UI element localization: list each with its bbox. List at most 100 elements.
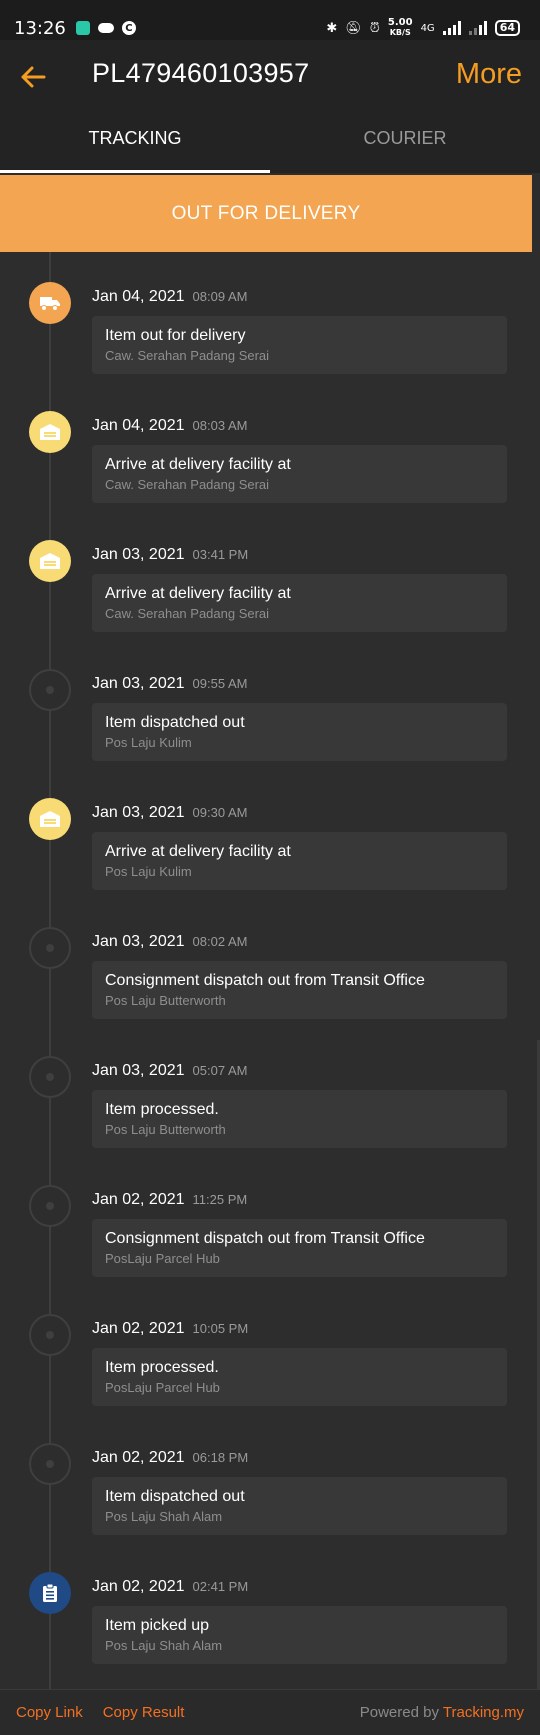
event-card: Item processed. PosLaju Parcel Hub (92, 1348, 507, 1406)
event-time: 08:02 AM (192, 934, 248, 949)
event-time: 03:41 PM (192, 547, 249, 562)
back-button[interactable] (16, 60, 50, 94)
event-title: Item dispatched out (105, 714, 245, 731)
copy-link-button[interactable]: Copy Link (16, 1704, 83, 1721)
dot-icon (29, 1314, 71, 1356)
event-card: Item dispatched out Pos Laju Shah Alam (92, 1477, 507, 1535)
dot-icon (29, 1443, 71, 1485)
event-date: Jan 03, 2021 (92, 546, 185, 563)
event-date: Jan 02, 2021 (92, 1578, 185, 1595)
event-date: Jan 02, 2021 (92, 1449, 185, 1466)
timeline-event: Jan 03, 2021 09:30 AM Arrive at delivery … (0, 768, 540, 897)
dot-icon (29, 1056, 71, 1098)
event-title: Consignment dispatch out from Transit Of… (105, 972, 425, 989)
battery-icon: 64 (494, 20, 520, 36)
tracking-number-title: PL479460103957 (92, 58, 310, 88)
network-type: 4G (420, 22, 435, 34)
copy-result-button[interactable]: Copy Result (103, 1704, 185, 1721)
event-location: Pos Laju Butterworth (105, 1122, 226, 1137)
arrow-left-icon (21, 66, 46, 88)
signal-icon (442, 21, 461, 35)
event-date: Jan 02, 2021 (92, 1320, 185, 1337)
event-location: Pos Laju Kulim (105, 735, 192, 750)
event-title: Arrive at delivery facility at (105, 585, 291, 602)
event-date: Jan 03, 2021 (92, 804, 185, 821)
event-card: Arrive at delivery facility at Caw. Serah… (92, 445, 507, 503)
alarm-icon: ⏰︎ (369, 20, 380, 36)
status-right-icons: ✱ 🔕︎ ⏰︎ 5.00 KB/S 4G 64 (326, 18, 520, 38)
event-location: Caw. Serahan Padang Serai (105, 348, 270, 363)
event-location: Pos Laju Shah Alam (105, 1638, 223, 1653)
mute-icon: 🔕︎ (345, 20, 362, 36)
event-location: Pos Laju Butterworth (105, 993, 226, 1008)
event-date: Jan 02, 2021 (92, 1191, 185, 1208)
tab-tracking[interactable]: TRACKING (0, 110, 270, 173)
event-time: 08:03 AM (192, 418, 248, 433)
warehouse-icon (29, 411, 71, 453)
event-card: Item dispatched out Pos Laju Kulim (92, 703, 507, 761)
clipboard-icon (29, 1572, 71, 1614)
event-card: Item processed. Pos Laju Butterworth (92, 1090, 507, 1148)
timeline-event: Jan 02, 2021 11:25 PM Consignment dispatc… (0, 1155, 540, 1284)
timeline-event: Jan 04, 2021 08:09 AM Item out for delive… (0, 252, 540, 381)
event-time: 10:05 PM (192, 1321, 249, 1336)
more-button[interactable]: More (456, 58, 522, 91)
cloud-icon (97, 23, 114, 33)
event-card: Consignment dispatch out from Transit Of… (92, 961, 507, 1019)
event-card: Item out for delivery Caw. Serahan Padang… (92, 316, 507, 374)
event-time: 08:09 AM (192, 289, 248, 304)
timeline-event: Jan 03, 2021 05:07 AM Item processed. Pos … (0, 1026, 540, 1155)
bluetooth-icon: ✱ (326, 20, 338, 36)
signal-2-icon (468, 21, 487, 35)
event-location: Caw. Serahan Padang Serai (105, 606, 270, 621)
network-speed-value: 5.00 (387, 17, 413, 28)
event-time: 05:07 AM (192, 1063, 248, 1078)
event-title: Item out for delivery (105, 327, 246, 344)
event-time: 09:30 AM (192, 805, 248, 820)
footer-bar: Copy Link Copy Result Powered by Trackin… (0, 1689, 540, 1735)
event-date: Jan 03, 2021 (92, 1062, 185, 1079)
app-notification-icon (75, 21, 90, 35)
event-card: Arrive at delivery facility at Pos Laju K… (92, 832, 507, 890)
event-date: Jan 03, 2021 (92, 675, 185, 692)
timeline-event: Jan 04, 2021 08:03 AM Arrive at delivery … (0, 381, 540, 510)
event-title: Item dispatched out (105, 1488, 245, 1505)
event-title: Item processed. (105, 1101, 219, 1118)
status-time: 13:26 (14, 17, 66, 39)
delivery-status-banner: OUT FOR DELIVERY (0, 175, 532, 252)
event-title: Item picked up (105, 1617, 210, 1634)
dot-icon (29, 927, 71, 969)
event-date: Jan 04, 2021 (92, 288, 185, 305)
truck-icon (29, 282, 71, 324)
notification-icons: C (75, 21, 136, 35)
event-date: Jan 03, 2021 (92, 933, 185, 950)
event-card: Consignment dispatch out from Transit Of… (92, 1219, 507, 1277)
tab-courier[interactable]: COURIER (270, 110, 540, 173)
event-location: Caw. Serahan Padang Serai (105, 477, 270, 492)
tracking-timeline[interactable]: Jan 04, 2021 08:09 AM Item out for delive… (0, 252, 540, 1689)
network-speed: 5.00 KB/S (388, 18, 413, 38)
warehouse-icon (29, 540, 71, 582)
event-time: 09:55 AM (192, 676, 248, 691)
powered-by-label: Powered by (359, 1704, 439, 1721)
event-card: Item picked up Pos Laju Shah Alam (92, 1606, 507, 1664)
event-card: Arrive at delivery facility at Caw. Serah… (92, 574, 507, 632)
timeline-event: Jan 03, 2021 03:41 PM Arrive at delivery … (0, 510, 540, 639)
timeline-event: Jan 03, 2021 09:55 AM Item dispatched out… (0, 639, 540, 768)
c-app-icon: C (121, 21, 136, 35)
tab-bar: TRACKING COURIER (0, 110, 540, 173)
event-time: 02:41 PM (192, 1579, 249, 1594)
timeline-event: Jan 02, 2021 06:18 PM Item dispatched out… (0, 1413, 540, 1542)
timeline-event: Jan 03, 2021 08:02 AM Consignment dispatc… (0, 897, 540, 1026)
warehouse-icon (29, 798, 71, 840)
event-location: PosLaju Parcel Hub (105, 1380, 220, 1395)
event-time: 11:25 PM (192, 1192, 248, 1207)
event-title: Arrive at delivery facility at (105, 456, 291, 473)
brand-link[interactable]: Tracking.my (443, 1704, 524, 1721)
event-title: Item processed. (105, 1359, 219, 1376)
event-location: Pos Laju Kulim (105, 864, 192, 879)
event-date: Jan 04, 2021 (92, 417, 185, 434)
event-title: Arrive at delivery facility at (105, 843, 291, 860)
dot-icon (29, 669, 71, 711)
powered-by: Powered by Tracking.my (360, 1704, 524, 1721)
